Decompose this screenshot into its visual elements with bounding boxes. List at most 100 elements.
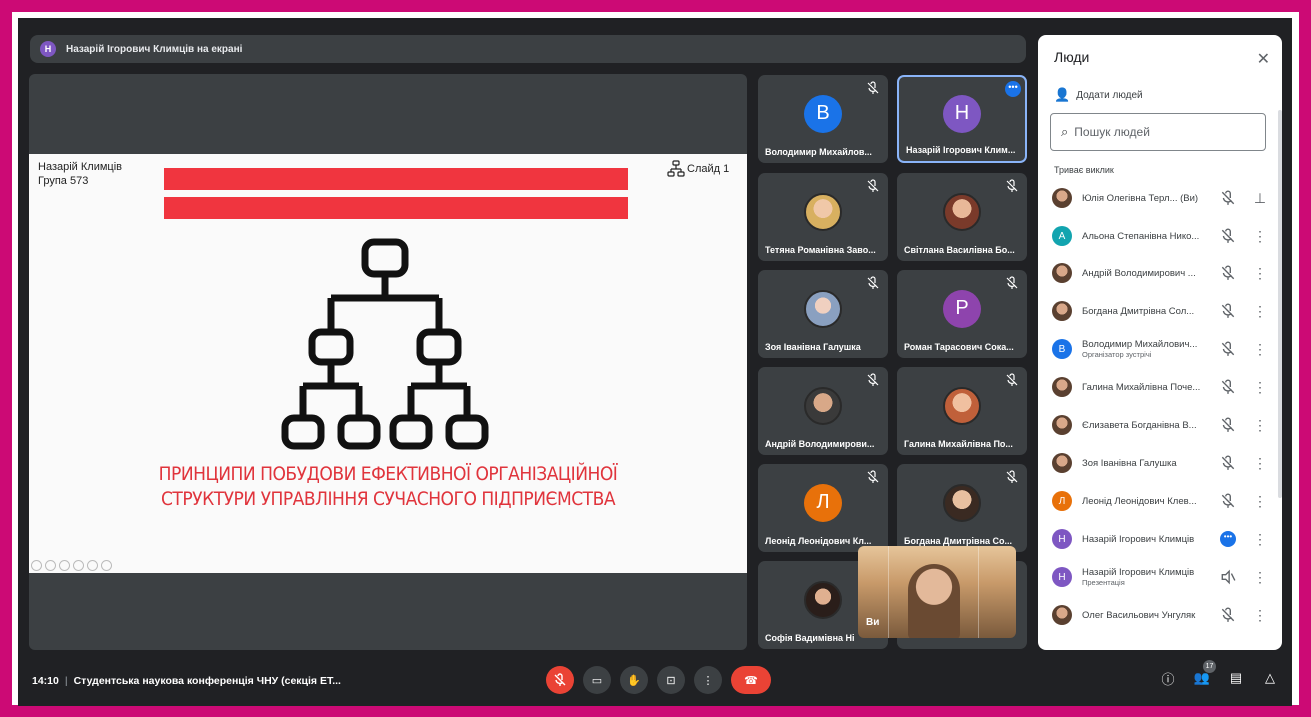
participant-avatar: Л (804, 483, 842, 522)
more-vert-icon[interactable]: ⋮ (1252, 228, 1268, 244)
org-chart-icon (281, 238, 489, 450)
participant-tile[interactable]: Л Леонід Леонідович Кл... (758, 464, 888, 552)
participant-row[interactable]: Н Назарій Ігорович Климців Презентація ⋮ (1052, 562, 1274, 592)
more-vert-icon[interactable]: ⋮ (1252, 531, 1268, 547)
camera-icon: ▭ (591, 674, 603, 687)
participant-photo (943, 192, 981, 231)
participant-tile[interactable]: Зоя Іванівна Галушка (758, 270, 888, 358)
slide-controls (31, 560, 112, 571)
mic-off-icon (867, 276, 879, 289)
more-icon[interactable] (101, 560, 112, 571)
participant-tile[interactable]: Світлана Василівна Бо... (897, 173, 1027, 261)
participant-row-name: Єлизавета Богданівна В... (1082, 419, 1197, 431)
people-button[interactable]: 👥 17 (1192, 660, 1216, 688)
participant-row-name: Андрій Володимирович ... (1082, 267, 1196, 279)
mic-off-icon (1221, 607, 1235, 622)
presenter-banner: Н Назарій Ігорович Климців на екрані (30, 35, 1026, 63)
more-vert-icon[interactable]: ⋮ (1252, 417, 1268, 433)
participant-tile[interactable]: Тетяна Романівна Заво... (758, 173, 888, 261)
search-people-input[interactable]: ⌕ Пошук людей (1050, 113, 1266, 151)
self-view-person (908, 564, 960, 638)
participant-role: Презентація (1082, 578, 1125, 587)
more-vert-icon[interactable]: ⋮ (1252, 265, 1268, 281)
clock: 14:10 (32, 675, 59, 687)
participant-row[interactable]: Андрій Володимирович ... ⋮ (1052, 258, 1274, 288)
participant-tile[interactable]: Андрій Володимирови... (758, 367, 888, 455)
mic-off-icon (1221, 455, 1235, 470)
close-icon[interactable]: ✕ (1257, 49, 1270, 69)
participant-row[interactable]: А Альона Степанівна Нико... ⋮ (1052, 221, 1274, 251)
participant-photo (1052, 453, 1072, 473)
participant-tile[interactable]: Богдана Дмитрівна Со... (897, 464, 1027, 552)
participant-row[interactable]: Олег Васильович Унгуляк ⋮ (1052, 600, 1274, 630)
add-people-label: Додати людей (1076, 89, 1143, 101)
mic-toggle-button[interactable] (546, 666, 574, 694)
participant-name: Роман Тарасович Сока... (904, 342, 1014, 352)
activities-button[interactable]: △ (1260, 668, 1280, 688)
pen-icon[interactable] (59, 560, 70, 571)
more-vert-icon[interactable]: ⋮ (1252, 455, 1268, 471)
participant-avatar: Р (943, 289, 981, 328)
prev-slide-icon[interactable] (31, 560, 42, 571)
mic-off-icon (1221, 228, 1235, 243)
participant-avatar: В (1052, 339, 1072, 359)
mic-off-icon (867, 81, 879, 94)
more-vert-icon[interactable]: ⋮ (1252, 607, 1268, 623)
settings-icon[interactable] (73, 560, 84, 571)
participant-row-name: Богдана Дмитрівна Сол... (1082, 305, 1195, 317)
more-options-icon[interactable]: ••• (1005, 81, 1021, 97)
raise-hand-button[interactable]: ✋ (620, 666, 648, 694)
participant-row[interactable]: Юлія Олегівна Терл... (Ви) ⊥ (1052, 183, 1274, 213)
chat-button[interactable]: ▤ (1226, 668, 1246, 688)
zoom-icon[interactable] (87, 560, 98, 571)
participants-count-badge: 17 (1203, 660, 1216, 673)
participant-row[interactable]: Єлизавета Богданівна В... ⋮ (1052, 410, 1274, 440)
participant-tile[interactable]: ••• Н Назарій Ігорович Клим... (897, 75, 1027, 163)
participant-photo (1052, 301, 1072, 321)
leave-call-button[interactable]: ☎ (731, 666, 771, 694)
participant-photo (804, 289, 842, 328)
meeting-details-button[interactable]: ⓘ (1158, 668, 1178, 688)
side-controls: ⓘ 👥 17 ▤ △ (1158, 660, 1280, 688)
activities-icon: △ (1265, 670, 1275, 685)
more-vert-icon[interactable]: ⋮ (1252, 569, 1268, 585)
participant-row-name: Назарій Ігорович Климців (1082, 567, 1195, 578)
pin-icon[interactable]: ⊥ (1252, 190, 1268, 206)
panel-scrollbar[interactable] (1278, 110, 1282, 498)
participant-row[interactable]: Н Назарій Ігорович Климців ••• ⋮ (1052, 524, 1274, 554)
participant-avatar: Н (943, 94, 981, 133)
participant-row-name: Назарій Ігорович Климців (1082, 533, 1195, 545)
more-options-button[interactable]: ⋮ (694, 666, 722, 694)
slide-red-bar-1 (164, 168, 628, 190)
mic-off-icon (1221, 417, 1235, 432)
participant-row[interactable]: Л Леонід Леонідович Клев... ⋮ (1052, 486, 1274, 516)
participant-tile[interactable]: Р Роман Тарасович Сока... (897, 270, 1027, 358)
present-button[interactable]: ⊡ (657, 666, 685, 694)
more-vert-icon[interactable]: ⋮ (1252, 303, 1268, 319)
self-view[interactable]: Ви (858, 546, 1016, 638)
participant-row[interactable]: Богдана Дмитрівна Сол... ⋮ (1052, 296, 1274, 326)
participant-row-name: Леонід Леонідович Клев... (1082, 495, 1197, 507)
presentation-area[interactable]: Назарій Климців Група 573 Слайд 1 ПРИНЦИ… (29, 74, 747, 650)
more-vert-icon[interactable]: ⋮ (1252, 341, 1268, 357)
slide-title: ПРИНЦИПИ ПОБУДОВИ ЕФЕКТИВНОЇ ОРГАНІЗАЦІЙ… (79, 462, 697, 512)
participant-row[interactable]: Зоя Іванівна Галушка ⋮ (1052, 448, 1274, 478)
slide-author-group: Група 573 (38, 175, 89, 187)
speaking-indicator: ••• (1220, 531, 1236, 547)
more-vert-icon[interactable]: ⋮ (1252, 379, 1268, 395)
more-vert-icon[interactable]: ⋮ (1252, 493, 1268, 509)
camera-toggle-button[interactable]: ▭ (583, 666, 611, 694)
participant-row-name: Юлія Олегівна Терл... (Ви) (1082, 192, 1199, 204)
participant-row[interactable]: Галина Михайлівна Поче... ⋮ (1052, 372, 1274, 402)
add-people-button[interactable]: 👤 Додати людей (1054, 87, 1143, 103)
presentation-slide: Назарій Климців Група 573 Слайд 1 ПРИНЦИ… (29, 154, 747, 573)
slide-author-name: Назарій Климців (38, 161, 122, 173)
chat-icon: ▤ (1229, 670, 1243, 685)
mic-off-icon (867, 470, 879, 483)
participant-photo (943, 386, 981, 425)
participant-tile[interactable]: Галина Михайлівна По... (897, 367, 1027, 455)
participant-tile[interactable]: В Володимир Михайлов... (758, 75, 888, 163)
participant-name: Володимир Михайлов... (765, 147, 872, 157)
next-slide-icon[interactable] (45, 560, 56, 571)
participant-row[interactable]: В Володимир Михайлович... Організатор зу… (1052, 334, 1274, 364)
